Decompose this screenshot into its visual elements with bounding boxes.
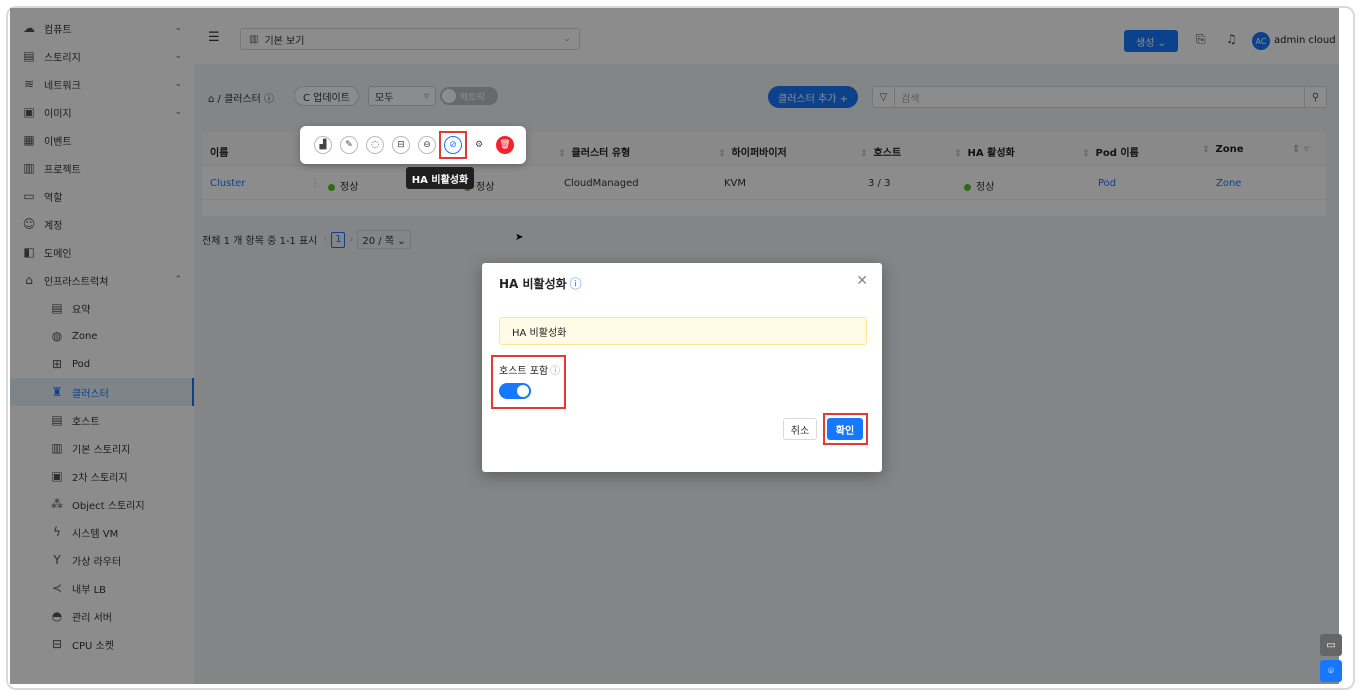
disable-icon[interactable]: ⊖ xyxy=(418,136,436,154)
close-icon[interactable]: ✕ xyxy=(856,273,868,289)
scan-icon[interactable]: ⌾ xyxy=(1320,660,1342,682)
mouse-cursor-icon: ➤ xyxy=(515,232,524,243)
message-icon[interactable]: ▭ xyxy=(1320,634,1342,656)
highlight-box xyxy=(823,413,868,445)
settings-icon[interactable]: ⚙ xyxy=(470,136,488,154)
tooltip: HA 비활성화 xyxy=(406,167,474,189)
chart-icon[interactable]: ▟ xyxy=(314,136,332,154)
warning-alert: HA 비활성화 xyxy=(499,317,867,345)
question-icon: ⓘ xyxy=(569,277,582,291)
enable-icon[interactable]: ◌ xyxy=(366,136,384,154)
manage-icon[interactable]: ⊟ xyxy=(392,136,410,154)
delete-icon[interactable]: 🗑 xyxy=(496,136,514,154)
highlight-box xyxy=(439,131,467,159)
dialog-title: HA 비활성화 ⓘ xyxy=(499,277,582,291)
edit-icon[interactable]: ✎ xyxy=(340,136,358,154)
row-actions-popover: ▟ ✎ ◌ ⊟ ⊖ ⊘ ⚙ 🗑 xyxy=(300,126,526,164)
cancel-button[interactable]: 취소 xyxy=(783,418,817,440)
highlight-box xyxy=(491,355,566,409)
